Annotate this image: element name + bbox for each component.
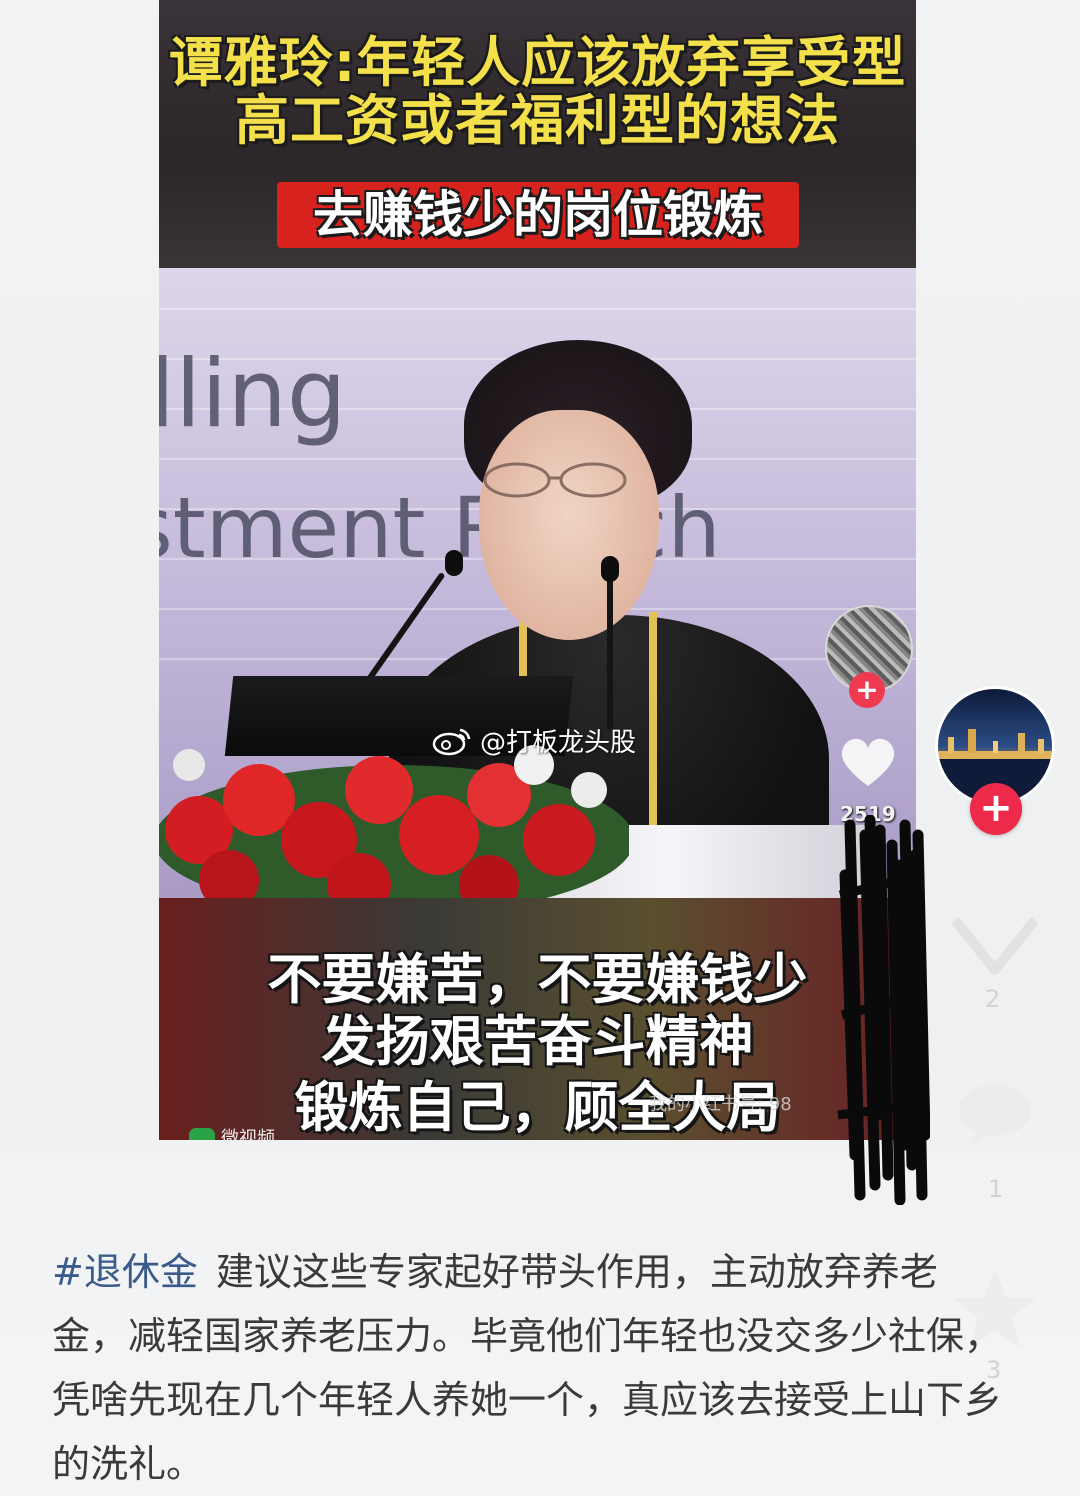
video-banner: 去赚钱少的岗位锻炼 <box>277 182 799 248</box>
video-caption-line2: 发扬艰苦奋斗精神 <box>321 1010 754 1073</box>
like-count: 2 <box>985 985 1001 1013</box>
microphone-right <box>607 570 613 730</box>
weibo-logo-icon <box>432 728 471 755</box>
caption-watermark: 我的小红书号: 98 <box>649 1094 792 1115</box>
post-description: #退休金 建议这些专家起好带头作用，主动放弃养老金，减轻国家养老压力。毕竟他们年轻… <box>52 1240 1012 1496</box>
backdrop-text-line1: lling <box>159 340 347 449</box>
video-player[interactable]: 谭雅玲:年轻人应该放弃享受型 高工资或者福利型的想法 去赚钱少的岗位锻炼 lli… <box>159 0 916 1140</box>
video-headline-line1: 谭雅玲:年轻人应该放弃享受型 <box>168 31 907 94</box>
speaker-glasses <box>483 462 627 498</box>
comment-icon[interactable] <box>955 1080 1035 1146</box>
inner-follow-button[interactable]: + <box>849 672 885 708</box>
redaction-scribble <box>837 815 930 1205</box>
video-caption-line1: 不要嫌苦，不要嫌钱少 <box>267 948 808 1011</box>
comment-count: 1 <box>988 1175 1004 1203</box>
weibo-watermark: @打板龙头股 <box>432 722 636 759</box>
speaker-face <box>479 410 659 640</box>
like-heart-icon[interactable] <box>945 910 1045 980</box>
inner-like-heart-icon[interactable] <box>838 734 898 790</box>
video-source-label: 微视频 <box>221 1128 275 1140</box>
video-headline-line2: 高工资或者福利型的想法 <box>235 89 840 152</box>
wechat-video-icon <box>189 1128 215 1140</box>
weibo-handle: @打板龙头股 <box>480 728 637 758</box>
hashtag-link[interactable]: #退休金 <box>52 1250 198 1294</box>
video-banner-text: 去赚钱少的岗位锻炼 <box>313 186 763 244</box>
follow-button[interactable]: + <box>970 783 1022 835</box>
